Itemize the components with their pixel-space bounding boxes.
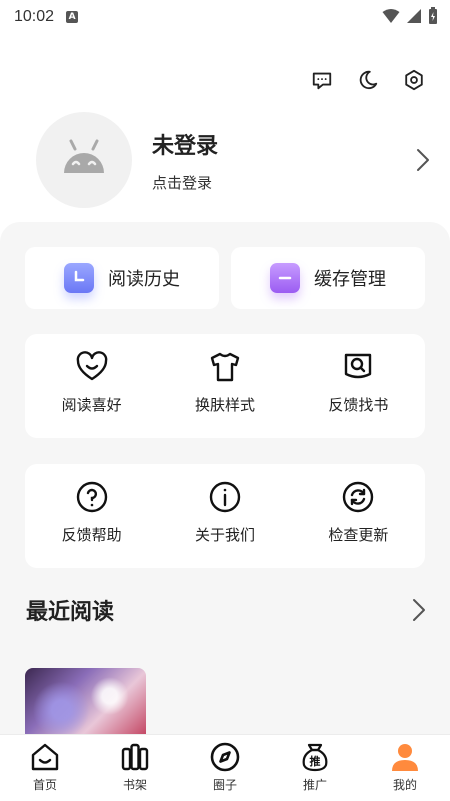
moon-icon[interactable] — [356, 68, 380, 92]
grid-item-label: 阅读喜好 — [61, 396, 122, 414]
tab-label: 书架 — [122, 778, 147, 792]
chevron-right-icon — [413, 599, 425, 621]
grid-item-label: 关于我们 — [194, 526, 255, 544]
search-book-icon — [345, 353, 372, 379]
feedback-find-book-button[interactable]: 反馈找书 — [292, 334, 425, 438]
status-icons — [382, 7, 438, 25]
home-icon — [31, 743, 59, 771]
heart-icon — [76, 351, 107, 381]
about-us-button[interactable]: 关于我们 — [158, 464, 291, 568]
refresh-icon — [343, 481, 374, 513]
grid-item-label: 反馈帮助 — [61, 526, 122, 544]
profile-login[interactable]: 未登录 点击登录 — [36, 112, 436, 208]
recent-reading-title: 最近阅读 — [26, 600, 115, 625]
quick-action-label: 阅读历史 — [108, 269, 180, 290]
recent-book-cover[interactable] — [25, 668, 146, 734]
profile-name: 未登录 — [152, 133, 219, 159]
grid-item-label: 反馈找书 — [328, 396, 389, 414]
feedback-help-button[interactable]: 反馈帮助 — [25, 464, 158, 568]
cache-management-button[interactable]: 缓存管理 — [231, 247, 425, 309]
tab-mine[interactable]: 我的 — [360, 735, 450, 801]
tab-bookshelf[interactable]: 书架 — [90, 735, 180, 801]
feature-grid-2: 反馈帮助 关于我们 检查更新 — [25, 464, 425, 568]
status-time: 10:02 — [14, 8, 55, 25]
recent-reading-header[interactable]: 最近阅读 — [26, 594, 426, 626]
android-avatar-icon — [64, 139, 104, 173]
chevron-right-icon — [417, 149, 429, 171]
tab-label: 我的 — [392, 778, 417, 792]
header-actions — [310, 68, 426, 92]
login-prompt[interactable]: 点击登录 — [152, 172, 218, 193]
promote-bag-icon: 推 — [302, 743, 328, 772]
tab-promote[interactable]: 推 推广 — [270, 735, 360, 801]
cache-icon — [270, 263, 300, 293]
notification-icon: A — [66, 11, 79, 23]
help-icon — [76, 481, 107, 513]
reading-preference-button[interactable]: 阅读喜好 — [25, 334, 158, 438]
skin-style-button[interactable]: 换肤样式 — [158, 334, 291, 438]
tab-label: 推广 — [302, 778, 327, 792]
tab-label: 首页 — [32, 778, 57, 792]
menu-panel: 阅读历史 缓存管理 阅读喜好 换肤样式 反馈找书 反馈帮助 关于我们 检查更新 … — [0, 222, 450, 734]
info-icon — [209, 481, 241, 513]
quick-action-label: 缓存管理 — [314, 269, 386, 290]
tab-home[interactable]: 首页 — [0, 735, 90, 801]
check-update-button[interactable]: 检查更新 — [292, 464, 425, 568]
feature-grid-1: 阅读喜好 换肤样式 反馈找书 — [25, 334, 425, 438]
profile-icon — [392, 744, 418, 771]
settings-icon[interactable] — [402, 68, 426, 92]
wifi-icon — [382, 9, 400, 23]
signal-icon — [407, 9, 421, 23]
bookshelf-icon — [121, 743, 149, 771]
battery-icon — [429, 7, 437, 24]
reading-history-button[interactable]: 阅读历史 — [25, 247, 219, 309]
shirt-icon — [210, 352, 240, 382]
message-icon[interactable] — [310, 68, 334, 92]
avatar — [36, 112, 132, 208]
tab-label: 圈子 — [212, 778, 237, 792]
grid-item-label: 检查更新 — [328, 526, 389, 544]
promote-badge-text: 推 — [310, 754, 321, 768]
bottom-tab-bar: 首页 书架 圈子 推 推广 我的 — [0, 734, 450, 801]
history-icon — [64, 263, 94, 293]
status-bar: 10:02 A — [0, 0, 450, 34]
grid-item-label: 换肤样式 — [194, 396, 255, 414]
quick-actions: 阅读历史 缓存管理 — [25, 247, 425, 309]
tab-circle[interactable]: 圈子 — [180, 735, 270, 801]
compass-icon — [210, 742, 240, 772]
